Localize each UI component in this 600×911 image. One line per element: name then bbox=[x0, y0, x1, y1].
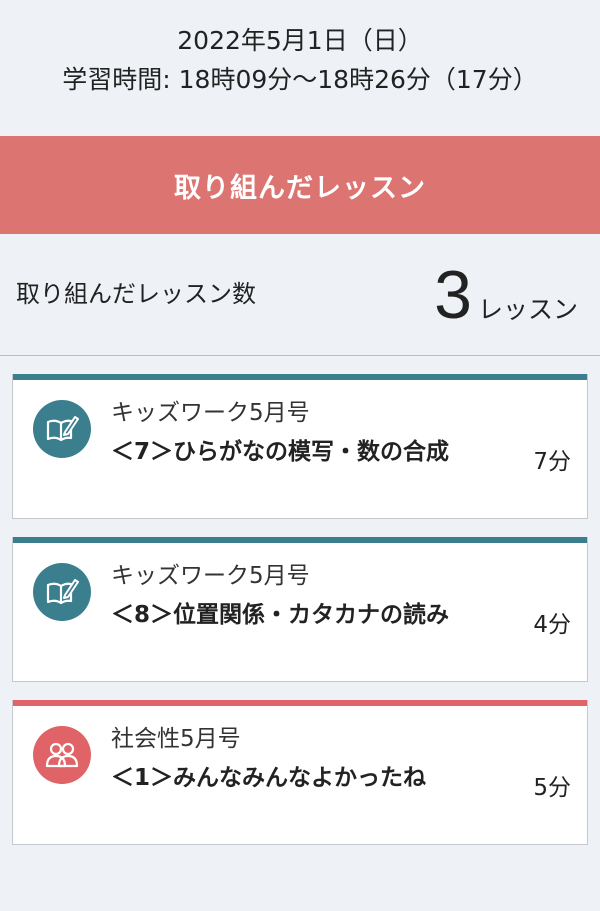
lesson-count-value: 3 レッスン bbox=[434, 261, 578, 329]
lesson-duration: 5分 bbox=[533, 775, 571, 801]
lesson-count-row: 取り組んだレッスン数 3 レッスン bbox=[0, 234, 600, 356]
lesson-card[interactable]: キッズワーク5月号 ＜7＞ひらがなの模写・数の合成 7分 bbox=[12, 374, 588, 519]
lesson-duration: 4分 bbox=[533, 612, 571, 638]
banner-title: 取り組んだレッスン bbox=[174, 172, 426, 204]
session-date: 2022年5月1日（日） bbox=[177, 26, 423, 55]
lesson-title: ＜1＞みんなみんなよかったね bbox=[111, 765, 427, 791]
lesson-count-label: 取り組んだレッスン数 bbox=[16, 280, 256, 308]
lesson-category: 社会性5月号 bbox=[111, 726, 241, 752]
lesson-title: ＜7＞ひらがなの模写・数の合成 bbox=[111, 439, 450, 465]
book-pencil-icon bbox=[33, 400, 91, 458]
lessons-banner: 取り組んだレッスン bbox=[0, 136, 600, 234]
study-time: 学習時間: 18時09分〜18時26分（17分） bbox=[62, 65, 538, 94]
study-session-header: 2022年5月1日（日） 学習時間: 18時09分〜18時26分（17分） bbox=[0, 0, 600, 136]
lesson-duration: 7分 bbox=[533, 449, 571, 475]
lesson-card[interactable]: 社会性5月号 ＜1＞みんなみんなよかったね 5分 bbox=[12, 700, 588, 845]
lesson-category: キッズワーク5月号 bbox=[111, 563, 310, 589]
lesson-count-unit: レッスン bbox=[477, 294, 578, 324]
lesson-list: キッズワーク5月号 ＜7＞ひらがなの模写・数の合成 7分 キッズワーク5月号 ＜… bbox=[0, 356, 600, 845]
lesson-count-number: 3 bbox=[434, 256, 472, 333]
people-icon bbox=[33, 726, 91, 784]
lesson-card[interactable]: キッズワーク5月号 ＜8＞位置関係・カタカナの読み 4分 bbox=[12, 537, 588, 682]
lesson-title: ＜8＞位置関係・カタカナの読み bbox=[111, 602, 450, 628]
lesson-category: キッズワーク5月号 bbox=[111, 400, 310, 426]
book-pencil-icon bbox=[33, 563, 91, 621]
